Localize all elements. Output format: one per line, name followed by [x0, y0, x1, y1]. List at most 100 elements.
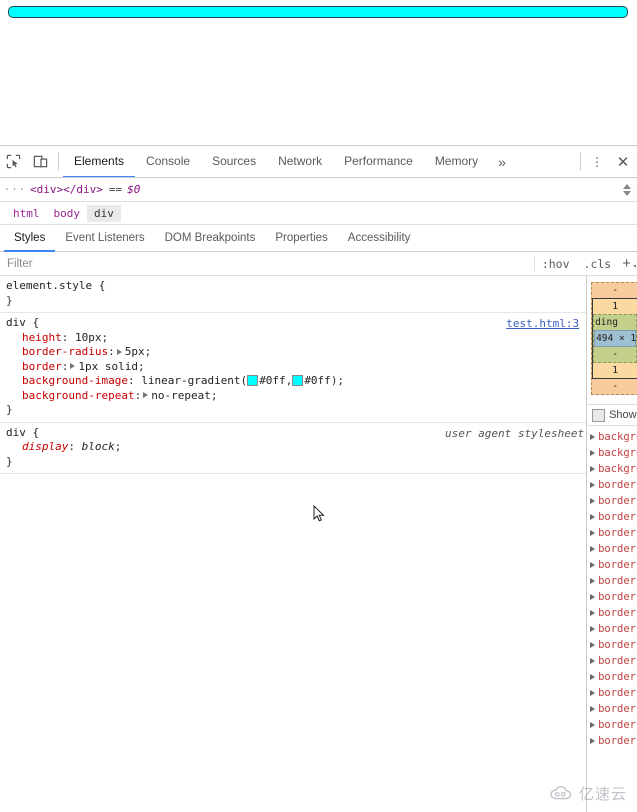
expand-triangle-icon[interactable]	[590, 706, 595, 712]
computed-property-row[interactable]: border-left-width	[587, 589, 637, 605]
tab-dom-breakpoints[interactable]: DOM Breakpoints	[155, 225, 266, 252]
declaration-value[interactable]: 5px	[125, 345, 145, 358]
device-toolbar-icon[interactable]	[27, 146, 54, 177]
expand-triangle-icon[interactable]	[590, 722, 595, 728]
filter-input[interactable]	[0, 252, 534, 275]
computed-property-row[interactable]: background-color	[587, 429, 637, 445]
box-model-border-layer[interactable]: 1 ding 494 × 10 - 1	[592, 298, 637, 379]
expand-triangle-icon[interactable]	[590, 578, 595, 584]
declaration-property[interactable]: background-image	[22, 374, 128, 387]
tab-properties[interactable]: Properties	[265, 225, 337, 252]
expand-triangle-icon[interactable]	[117, 349, 122, 355]
expand-triangle-icon[interactable]	[590, 546, 595, 552]
dom-node-open-tag[interactable]: <div>	[30, 183, 63, 196]
kebab-menu-icon[interactable]: ⋮	[585, 146, 609, 177]
expand-triangle-icon[interactable]	[590, 594, 595, 600]
expand-triangle-icon[interactable]	[590, 642, 595, 648]
tab-memory[interactable]: Memory	[424, 146, 489, 177]
computed-property-row[interactable]: border-bottom-right-radius	[587, 509, 637, 525]
computed-property-row[interactable]: border-right-width	[587, 637, 637, 653]
box-model-content-layer[interactable]: 494 × 10	[594, 330, 636, 347]
declaration-property[interactable]: background-repeat	[22, 389, 135, 402]
tab-event-listeners[interactable]: Event Listeners	[55, 225, 154, 252]
computed-property-row[interactable]: border-bottom-width	[587, 541, 637, 557]
tab-styles[interactable]: Styles	[4, 225, 55, 252]
gradient-stop-1[interactable]: #0ff	[259, 374, 286, 387]
declaration-property[interactable]: height	[22, 331, 62, 344]
declaration-property[interactable]: border-radius	[22, 345, 108, 358]
expand-triangle-icon[interactable]	[590, 658, 595, 664]
computed-property-row[interactable]: border-collapse	[587, 733, 637, 749]
rule-selector-line[interactable]: div {	[0, 316, 586, 331]
computed-property-row[interactable]: border-top-style	[587, 701, 637, 717]
more-tabs-chevron-icon[interactable]: »	[489, 146, 515, 177]
declaration-property[interactable]: border	[22, 360, 62, 373]
computed-property-row[interactable]: border-right-color	[587, 605, 637, 621]
declaration-border[interactable]: border:1px solid;	[0, 360, 586, 375]
box-model-border-top-value[interactable]: 1	[593, 299, 637, 314]
scroll-down-icon[interactable]	[623, 191, 631, 196]
declaration-value[interactable]: no-repeat	[151, 389, 211, 402]
expand-triangle-icon[interactable]	[143, 392, 148, 398]
rule-selector[interactable]: element.style	[6, 279, 92, 292]
expand-triangle-icon[interactable]	[590, 626, 595, 632]
close-icon[interactable]: ✕	[609, 146, 637, 177]
expand-triangle-icon[interactable]	[590, 562, 595, 568]
declaration-background-image[interactable]: background-image: linear-gradient(#0ff,#…	[0, 374, 586, 389]
expand-triangle-icon[interactable]	[590, 690, 595, 696]
cyan-rounded-bar-element[interactable]	[8, 6, 628, 18]
rule-origin-link[interactable]: test.html:3	[506, 317, 579, 330]
hov-toggle-button[interactable]: :hov	[535, 257, 577, 271]
computed-property-row[interactable]: background-image	[587, 445, 637, 461]
box-model-border-bottom-value[interactable]: 1	[593, 363, 637, 378]
computed-property-row[interactable]: border-top-left-radius	[587, 669, 637, 685]
computed-property-row[interactable]: border-right-style	[587, 621, 637, 637]
tab-elements[interactable]: Elements	[63, 146, 135, 177]
expand-triangle-icon[interactable]	[590, 466, 595, 472]
computed-property-row[interactable]: border-top-width	[587, 717, 637, 733]
tab-performance[interactable]: Performance	[333, 146, 424, 177]
declaration-border-radius[interactable]: border-radius:5px;	[0, 345, 586, 360]
rule-selector[interactable]: div	[6, 426, 26, 439]
computed-property-row[interactable]: border-top-color	[587, 653, 637, 669]
declaration-value[interactable]: 10px	[75, 331, 102, 344]
expand-triangle-icon[interactable]	[590, 482, 595, 488]
new-style-rule-button[interactable]: +	[618, 255, 637, 272]
computed-property-row[interactable]: border-bottom-left-radius	[587, 493, 637, 509]
declaration-background-repeat[interactable]: background-repeat:no-repeat;	[0, 389, 586, 404]
rule-selector[interactable]: div	[6, 316, 26, 329]
cls-toggle-button[interactable]: .cls	[577, 257, 619, 271]
expand-triangle-icon[interactable]	[590, 738, 595, 744]
dom-node-close-tag[interactable]: </div>	[63, 183, 103, 196]
computed-property-row[interactable]: background-repeat	[587, 461, 637, 477]
expand-triangle-icon[interactable]	[590, 530, 595, 536]
breadcrumb-item-body[interactable]: body	[47, 205, 88, 222]
box-model-padding-layer[interactable]: ding 494 × 10 -	[593, 314, 637, 363]
color-swatch-icon[interactable]	[292, 375, 303, 386]
declaration-height[interactable]: height: 10px;	[0, 331, 586, 346]
computed-property-row[interactable]: border-bottom-color	[587, 477, 637, 493]
breadcrumb-item-html[interactable]: html	[6, 205, 47, 222]
show-all-checkbox[interactable]	[592, 409, 605, 422]
computed-property-row[interactable]: border-left-style	[587, 573, 637, 589]
expand-triangle-icon[interactable]	[590, 498, 595, 504]
tab-accessibility[interactable]: Accessibility	[338, 225, 421, 252]
expand-triangle-icon[interactable]	[590, 434, 595, 440]
box-model-margin-bottom-value[interactable]: -	[592, 379, 637, 394]
tab-sources[interactable]: Sources	[201, 146, 267, 177]
expand-triangle-icon[interactable]	[70, 363, 75, 369]
inspect-element-icon[interactable]	[0, 146, 27, 177]
computed-property-row[interactable]: border-bottom-style	[587, 525, 637, 541]
expand-triangle-icon[interactable]	[590, 450, 595, 456]
box-model-padding-bottom-value[interactable]: -	[594, 347, 636, 362]
box-model-margin-top-value[interactable]: -	[592, 283, 637, 298]
scroll-up-icon[interactable]	[623, 184, 631, 189]
color-swatch-icon[interactable]	[247, 375, 258, 386]
tab-network[interactable]: Network	[267, 146, 333, 177]
show-all-checkbox-row[interactable]: Show all	[587, 405, 637, 425]
rule-selector-line[interactable]: element.style {	[0, 279, 586, 294]
computed-property-row[interactable]: border-left-color	[587, 557, 637, 573]
expand-triangle-icon[interactable]	[590, 514, 595, 520]
box-model-margin-layer[interactable]: - 1 ding 494 × 10 - 1 -	[591, 282, 637, 395]
breadcrumb-item-div[interactable]: div	[87, 205, 121, 222]
